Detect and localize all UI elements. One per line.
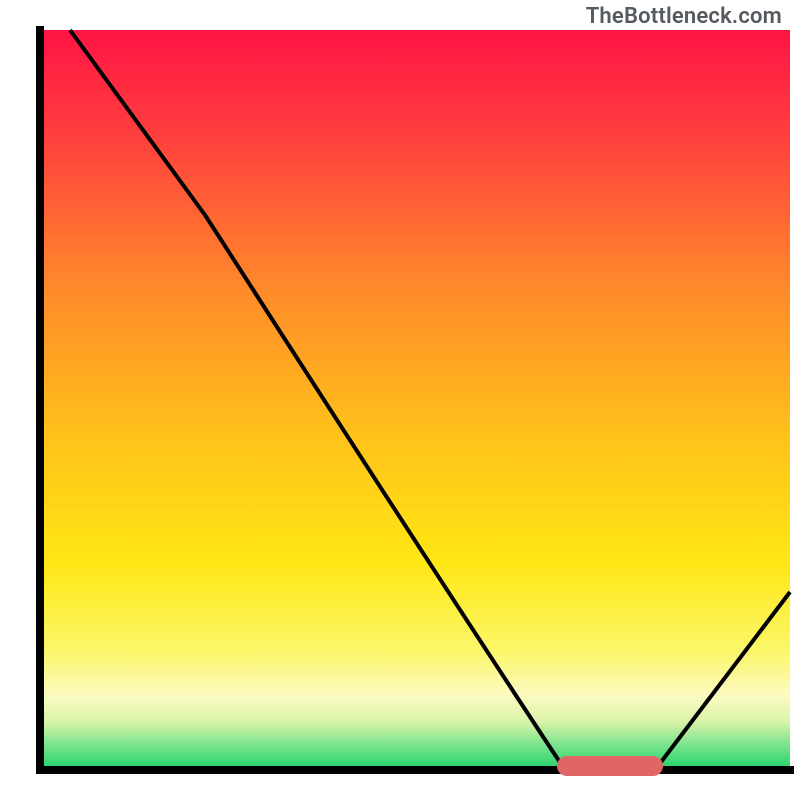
highlight-segment [557,756,663,776]
watermark-text: TheBottleneck.com [586,4,782,29]
chart-frame: TheBottleneck.com [0,0,800,800]
chart-svg [0,0,800,800]
